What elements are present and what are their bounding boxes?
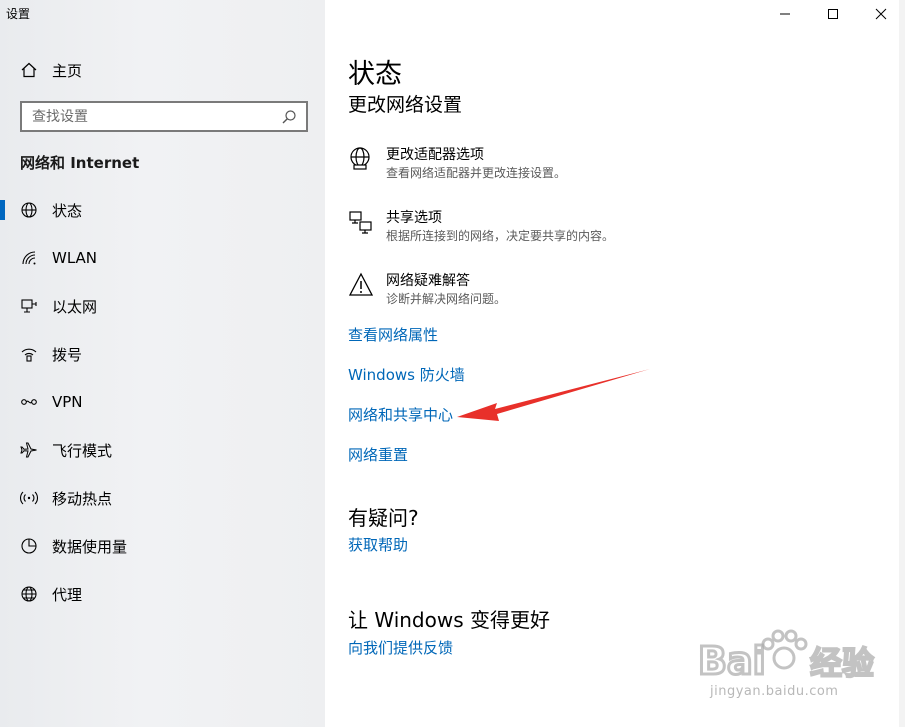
search-input[interactable] [32, 108, 280, 125]
close-button[interactable] [857, 0, 905, 28]
data-usage-icon [20, 537, 38, 555]
sidebar-item-proxy[interactable]: 代理 [0, 570, 325, 618]
svg-text:经验: 经验 [810, 644, 874, 682]
sidebar-item-status[interactable]: 状态 [0, 186, 325, 234]
maximize-icon [828, 9, 838, 19]
sidebar-item-label: 代理 [52, 585, 83, 604]
page-title: 状态 [348, 59, 402, 90]
app-title: 设置 [6, 7, 31, 21]
network-troubleshooter[interactable]: 网络疑难解答 诊断并解决网络问题。 [348, 272, 506, 308]
option-title: 共享选项 [386, 210, 442, 226]
sharing-icon [348, 209, 374, 235]
sidebar: 设置 主页 网络和 Internet 状态 WLAN [0, 0, 325, 727]
get-help-link[interactable]: 获取帮助 [348, 534, 408, 555]
help-heading: 有疑问? [348, 506, 419, 530]
sidebar-item-label: 拨号 [52, 345, 83, 364]
window-right-edge [899, 0, 905, 727]
sidebar-item-label: 以太网 [52, 297, 98, 316]
sidebar-item-label: 飞行模式 [52, 441, 113, 460]
ethernet-icon [20, 297, 38, 315]
wifi-icon [20, 249, 38, 267]
windows-firewall-link[interactable]: Windows 防火墙 [348, 364, 465, 385]
airplane-icon [20, 441, 38, 459]
sidebar-item-vpn[interactable]: VPN [0, 378, 325, 426]
sidebar-item-hotspot[interactable]: 移动热点 [0, 474, 325, 522]
sidebar-item-label: VPN [52, 393, 83, 411]
sidebar-item-label: 移动热点 [52, 489, 113, 508]
sharing-options[interactable]: 共享选项 根据所连接到的网络，决定要共享的内容。 [348, 209, 614, 245]
globe-icon [20, 201, 38, 219]
sidebar-item-dialup[interactable]: 拨号 [0, 330, 325, 378]
search-box[interactable] [20, 101, 308, 132]
sidebar-item-wlan[interactable]: WLAN [0, 234, 325, 282]
vpn-icon [20, 393, 38, 411]
network-sharing-center-link[interactable]: 网络和共享中心 [348, 404, 453, 425]
option-desc: 根据所连接到的网络，决定要共享的内容。 [386, 229, 615, 243]
close-icon [875, 8, 887, 20]
sidebar-item-label: WLAN [52, 249, 98, 267]
adapter-globe-icon [348, 146, 374, 172]
sidebar-item-ethernet[interactable]: 以太网 [0, 282, 325, 330]
option-desc: 诊断并解决网络问题。 [386, 292, 507, 306]
sidebar-nav: 状态 WLAN 以太网 拨号 VPN 飞行模式 移动热点 数据使用量 代理 [0, 186, 325, 618]
minimize-icon [780, 13, 790, 15]
dialup-icon [20, 345, 38, 363]
feedback-link[interactable]: 向我们提供反馈 [348, 637, 453, 658]
watermark-url: jingyan.baidu.com [710, 684, 839, 699]
feedback-heading: 让 Windows 变得更好 [348, 608, 550, 632]
minimize-button[interactable] [761, 0, 809, 28]
option-desc: 查看网络适配器并更改连接设置。 [386, 166, 567, 180]
search-icon[interactable] [280, 108, 298, 126]
svg-text:Bai: Bai [698, 639, 766, 683]
window-controls [761, 0, 905, 28]
sidebar-item-label: 数据使用量 [52, 537, 128, 556]
maximize-button[interactable] [809, 0, 857, 28]
proxy-globe-icon [20, 585, 38, 603]
home-icon [20, 61, 38, 79]
warning-icon [348, 272, 374, 298]
change-adapter-options[interactable]: 更改适配器选项 查看网络适配器并更改连接设置。 [348, 146, 566, 182]
option-title: 更改适配器选项 [386, 147, 484, 163]
hotspot-icon [20, 489, 38, 507]
sidebar-item-label: 状态 [52, 201, 83, 220]
red-arrow-annotation [457, 369, 650, 421]
section-title: 网络和 Internet [20, 154, 140, 172]
view-network-properties-link[interactable]: 查看网络属性 [348, 324, 438, 345]
option-title: 网络疑难解答 [386, 273, 470, 289]
home-button[interactable]: 主页 [20, 58, 82, 82]
sidebar-item-airplane[interactable]: 飞行模式 [0, 426, 325, 474]
home-label: 主页 [52, 61, 83, 80]
network-reset-link[interactable]: 网络重置 [348, 444, 408, 465]
page-subtitle: 更改网络设置 [348, 94, 463, 116]
sidebar-item-data-usage[interactable]: 数据使用量 [0, 522, 325, 570]
